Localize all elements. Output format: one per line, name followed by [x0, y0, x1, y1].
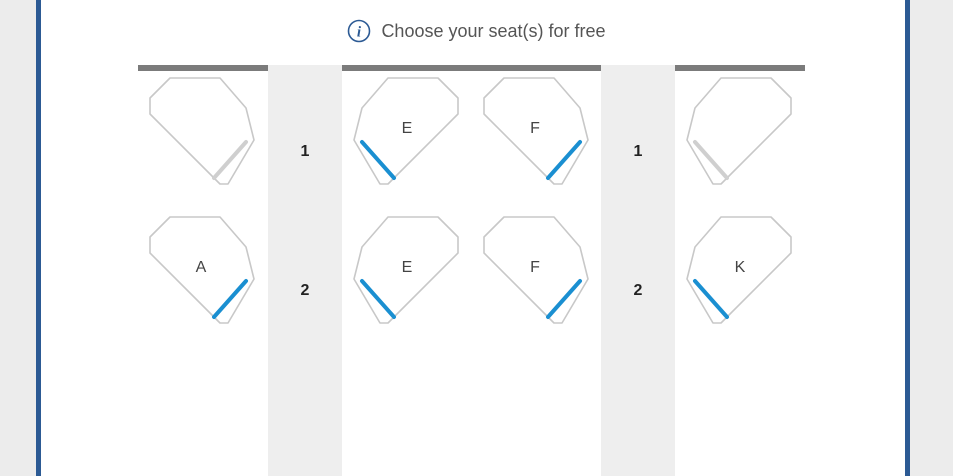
- row-number: 2: [300, 282, 310, 299]
- seat-2A[interactable]: A: [146, 215, 256, 327]
- seat-outline: [149, 77, 255, 185]
- seat-letter: F: [530, 120, 540, 137]
- aisle-right: [601, 65, 675, 476]
- seat-letter: K: [734, 259, 746, 276]
- seat-letter: E: [401, 259, 413, 276]
- seat-2F[interactable]: F: [480, 215, 590, 327]
- seat-1F[interactable]: F: [480, 76, 590, 188]
- seat-letter: E: [401, 120, 413, 137]
- svg-text:i: i: [357, 25, 362, 41]
- seat-letter: F: [530, 259, 540, 276]
- row-number: 1: [633, 143, 643, 160]
- seat-info-header: i Choose your seat(s) for free: [0, 17, 953, 45]
- cabin-divider-left: [138, 65, 268, 71]
- row-number: 2: [633, 282, 643, 299]
- seat-2K[interactable]: K: [685, 215, 795, 327]
- seat-1E[interactable]: E: [352, 76, 462, 188]
- cabin-divider-center: [342, 65, 601, 71]
- row-number: 1: [300, 143, 310, 160]
- seat-letter: A: [195, 259, 207, 276]
- info-icon: i: [347, 19, 371, 43]
- cabin-divider-right: [675, 65, 805, 71]
- seat-1-left-window: [146, 76, 256, 188]
- header-text: Choose your seat(s) for free: [381, 20, 606, 41]
- seat-1-right-window: [685, 76, 795, 188]
- seat-outline: [686, 77, 792, 185]
- aisle-left: [268, 65, 342, 476]
- seat-2E[interactable]: E: [352, 215, 462, 327]
